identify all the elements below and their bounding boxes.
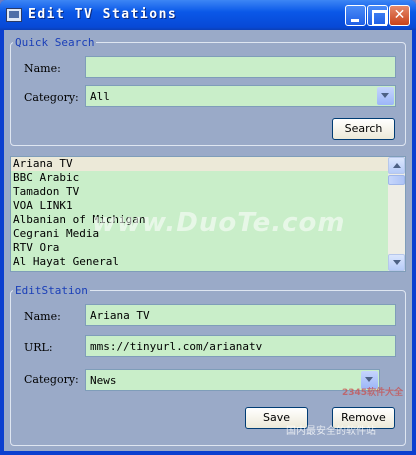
quick-name-label: Name: xyxy=(24,62,61,75)
search-button[interactable]: Search xyxy=(332,118,395,140)
edit-station-legend: EditStation xyxy=(15,284,88,297)
station-list-item[interactable]: BBC Arabic xyxy=(11,171,389,185)
edit-tv-stations-window: Edit TV Stations ✕ Quick Search Name: Ca… xyxy=(0,0,416,455)
edit-name-label: Name: xyxy=(24,310,61,323)
station-list-item[interactable]: Al Hayat General xyxy=(11,255,389,269)
edit-name-input[interactable] xyxy=(85,304,396,326)
title-bar[interactable]: Edit TV Stations ✕ xyxy=(0,0,416,30)
watermark-2345: 2345软件大全 xyxy=(342,388,404,398)
watermark-duote: www.DuoTe.com xyxy=(92,208,346,238)
edit-url-label: URL: xyxy=(24,341,53,354)
quick-category-value: All xyxy=(90,90,110,103)
edit-category-label: Category: xyxy=(24,373,79,386)
close-button[interactable]: ✕ xyxy=(389,5,410,26)
chevron-down-icon[interactable] xyxy=(377,87,394,105)
window-title: Edit TV Stations xyxy=(28,7,178,22)
close-icon: ✕ xyxy=(393,7,406,23)
maximize-button[interactable] xyxy=(367,5,388,26)
station-list-item[interactable]: AFN LINK1 xyxy=(11,269,389,271)
tv-app-icon xyxy=(6,8,22,22)
quick-category-label: Category: xyxy=(24,91,79,104)
client-area: Quick Search Name: Category: All Search … xyxy=(4,30,412,451)
station-list-item[interactable]: RTV Ora xyxy=(11,241,389,255)
edit-url-input[interactable] xyxy=(85,335,396,357)
station-list-item[interactable]: Tamadon TV xyxy=(11,185,389,199)
station-list-item[interactable]: Ariana TV xyxy=(11,157,389,171)
quick-name-input[interactable] xyxy=(85,56,396,78)
quick-category-select[interactable]: All xyxy=(85,85,396,107)
edit-category-select[interactable]: News xyxy=(85,369,380,391)
scroll-down-arrow-icon[interactable] xyxy=(388,254,405,271)
edit-category-value: News xyxy=(90,374,117,387)
minimize-button[interactable] xyxy=(345,5,366,26)
quick-search-legend: Quick Search xyxy=(15,36,95,49)
list-scrollbar[interactable] xyxy=(388,157,405,271)
scroll-up-arrow-icon[interactable] xyxy=(388,157,405,174)
watermark-slogan: 国内最安全的软件站 xyxy=(286,426,376,437)
scroll-thumb[interactable] xyxy=(388,175,405,185)
